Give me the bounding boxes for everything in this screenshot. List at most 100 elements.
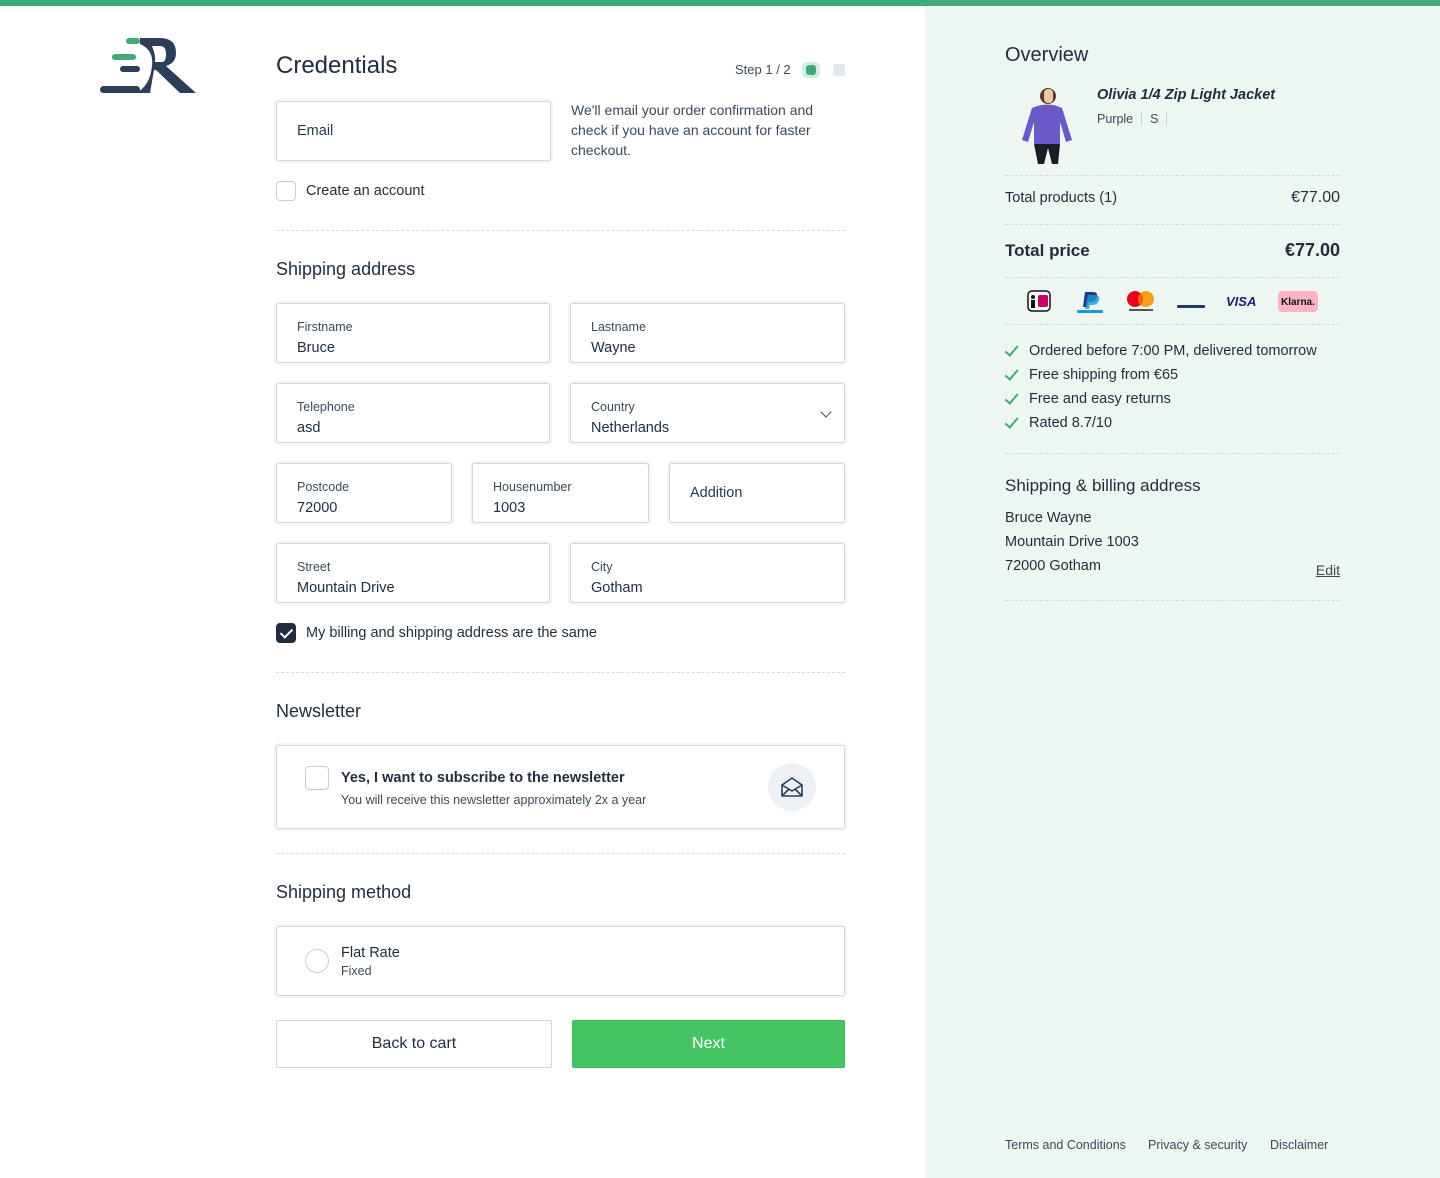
overview-divider [1005,277,1340,278]
svg-text:VISA: VISA [1226,294,1256,309]
same-billing-label[interactable]: My billing and shipping address are the … [306,625,597,641]
create-account-checkbox[interactable] [276,181,296,201]
usp-item: Free and easy returns [1005,391,1171,407]
street-label: Street [297,560,331,574]
check-icon [1005,369,1017,381]
same-billing-checkbox[interactable] [276,623,296,643]
postcode-label: Postcode [297,480,350,494]
create-account-label[interactable]: Create an account [306,183,425,199]
step-indicator-label: Step 1 / 2 [735,62,791,77]
firstname-value: Bruce [297,340,335,356]
back-to-cart-button[interactable]: Back to cart [276,1020,552,1068]
overview-panel [925,6,1440,1178]
edit-address-link[interactable]: Edit [1316,562,1340,578]
city-label: City [591,560,613,574]
lastname-label: Lastname [591,320,646,334]
flat-rate-radio[interactable] [305,949,329,973]
newsletter-checkbox[interactable] [305,766,329,790]
section-divider [276,230,845,231]
usp-item: Free shipping from €65 [1005,367,1178,383]
newsletter-title: Newsletter [276,701,362,721]
postcode-field[interactable]: Postcode 72000 [276,463,452,523]
brand-logo[interactable] [100,36,198,96]
usp-item: Rated 8.7/10 [1005,415,1112,431]
email-help-text: We'll email your order confirmation and … [571,102,814,158]
flat-rate-label[interactable]: Flat Rate [341,945,400,961]
usp-text: Free and easy returns [1029,391,1171,407]
mastercard-icon [1127,291,1154,311]
visa-icon: VISA [1226,294,1256,309]
country-select[interactable]: Country Netherlands [570,383,845,443]
telephone-value: asd [297,420,321,436]
overview-divider [1005,600,1340,601]
klarna-icon: Klarna. [1278,291,1318,312]
newsletter-label[interactable]: Yes, I want to subscribe to the newslett… [341,770,625,786]
chevron-down-icon [820,406,832,418]
street-value: Mountain Drive [297,580,395,596]
lastname-value: Wayne [591,340,636,356]
footer-link-terms[interactable]: Terms and Conditions [1005,1138,1126,1152]
ideal-icon [1027,290,1051,312]
envelope-open-icon [768,763,816,811]
address-line-name: Bruce Wayne [1005,510,1092,526]
newsletter-sublabel: You will receive this newsletter approxi… [341,793,647,807]
footer-link-disclaimer[interactable]: Disclaimer [1270,1138,1328,1152]
footer-link-privacy[interactable]: Privacy & security [1148,1138,1247,1152]
country-label: Country [591,400,635,414]
housenumber-value: 1003 [493,500,526,516]
usp-item: Ordered before 7:00 PM, delivered tomorr… [1005,343,1317,359]
address-line-city: 72000 Gotham [1005,558,1101,574]
total-price-label: Total price [1005,241,1090,260]
flat-rate-sublabel: Fixed [341,964,372,978]
email-field[interactable]: Email [276,101,551,161]
overview-divider [1005,224,1340,225]
check-icon [1005,417,1017,429]
total-products-value: €77.00 [1291,189,1340,206]
check-icon [1005,345,1017,357]
overview-divider [1005,453,1340,454]
shipping-address-title: Shipping address [276,259,416,279]
product-options: Purple S [1097,112,1175,126]
product-size: S [1150,112,1159,126]
section-divider [276,672,845,673]
product-color: Purple [1097,112,1134,126]
email-placeholder: Email [297,123,334,139]
shipping-method-title: Shipping method [276,882,412,902]
addition-placeholder: Addition [690,485,743,501]
street-field[interactable]: Street Mountain Drive [276,543,550,603]
product-name[interactable]: Olivia 1/4 Zip Light Jacket [1097,87,1275,103]
bancontact-icon [1177,305,1205,308]
lastname-field[interactable]: Lastname Wayne [570,303,845,363]
overview-divider [1005,324,1340,325]
firstname-field[interactable]: Firstname Bruce [276,303,550,363]
svg-text:Klarna.: Klarna. [1281,297,1315,308]
telephone-field[interactable]: Telephone asd [276,383,550,443]
section-divider [276,853,845,854]
overview-divider [1005,175,1340,176]
addition-field[interactable]: Addition [669,463,845,523]
housenumber-label: Housenumber [493,480,572,494]
firstname-label: Firstname [297,320,353,334]
option-separator [1141,113,1143,125]
total-products-label: Total products (1) [1005,190,1118,206]
payment-methods: VISA Klarna. [1027,290,1318,313]
overview-title: Overview [1005,44,1089,66]
housenumber-field[interactable]: Housenumber 1003 [472,463,649,523]
usp-text: Ordered before 7:00 PM, delivered tomorr… [1029,343,1317,359]
usp-text: Rated 8.7/10 [1029,415,1113,431]
postcode-value: 72000 [297,500,338,516]
newsletter-card[interactable] [276,745,845,829]
city-value: Gotham [591,580,643,596]
check-icon [1005,393,1017,405]
country-value: Netherlands [591,420,670,436]
total-price-value: €77.00 [1284,240,1340,260]
paypal-icon [1077,292,1103,313]
flat-rate-option[interactable] [276,926,845,996]
product-image[interactable] [1018,86,1076,166]
next-button[interactable]: Next [572,1020,845,1068]
step-dot-inactive [833,64,845,76]
billing-address-title: Shipping & billing address [1005,476,1201,495]
option-separator [1166,113,1168,125]
address-line-street: Mountain Drive 1003 [1005,534,1139,550]
city-field[interactable]: City Gotham [570,543,845,603]
